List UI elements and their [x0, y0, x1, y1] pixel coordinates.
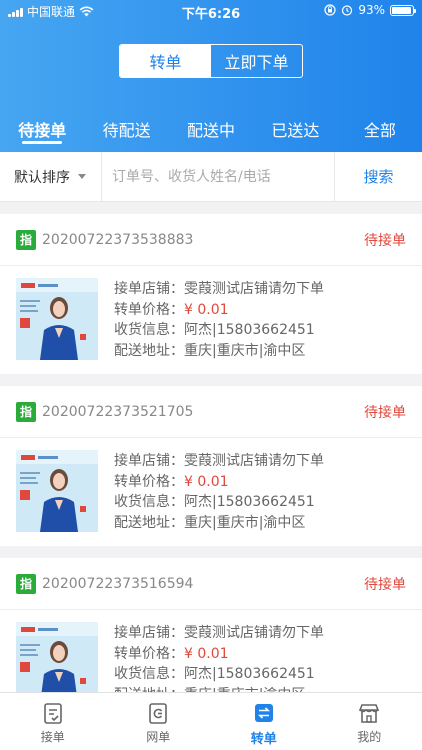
- order-status: 待接单: [364, 404, 406, 421]
- product-thumbnail: [16, 278, 98, 360]
- delivery-address: 重庆|重庆市|渝中区: [184, 514, 306, 531]
- header: 中国联通 下午6:26 93% 转单 立即下单 待接单 待配送 配送中 已送达 …: [0, 0, 422, 152]
- status-bar: 中国联通 下午6:26 93%: [0, 0, 422, 22]
- order-number: 20200722373538883: [42, 231, 194, 248]
- shop-label: 接单店铺：: [114, 625, 184, 641]
- web-order-icon: [149, 703, 168, 724]
- receiver-info: 阿杰|15803662451: [184, 322, 315, 338]
- tabbar-item-accept[interactable]: 接单: [0, 693, 106, 750]
- address-label: 配送地址：: [114, 342, 184, 359]
- order-status: 待接单: [364, 232, 406, 249]
- tab-delivered[interactable]: 已送达: [253, 108, 337, 152]
- order-card[interactable]: 指 20200722373538883 待接单 接单店铺：雯葭测试店铺请勿下单 …: [0, 214, 422, 374]
- shop-name: 雯葭测试店铺请勿下单: [184, 625, 324, 641]
- search-button[interactable]: 搜索: [334, 151, 422, 202]
- tabbar-item-web-order[interactable]: 网单: [106, 693, 212, 750]
- order-number: 20200722373516594: [42, 575, 194, 592]
- filter-bar: 默认排序 搜索: [0, 151, 422, 202]
- clipboard-check-icon: [43, 703, 62, 724]
- price-label: 转单价格：: [114, 645, 184, 662]
- shop-label: 接单店铺：: [114, 453, 184, 469]
- transfer-price: ¥ 0.01: [184, 645, 229, 662]
- order-tag-badge: 指: [16, 229, 36, 250]
- transfer-price: ¥ 0.01: [184, 301, 229, 318]
- price-label: 转单价格：: [114, 301, 184, 318]
- order-number: 20200722373521705: [42, 403, 194, 420]
- order-tag-badge: 指: [16, 401, 36, 422]
- tab-pending-accept[interactable]: 待接单: [0, 108, 84, 152]
- order-tag-badge: 指: [16, 573, 36, 594]
- shop-label: 接单店铺：: [114, 281, 184, 297]
- address-label: 配送地址：: [114, 514, 184, 531]
- product-thumbnail: [16, 450, 98, 532]
- transfer-icon: [254, 704, 273, 722]
- mode-segmented-control: 转单 立即下单: [119, 44, 303, 78]
- caret-down-icon: [78, 174, 86, 179]
- sort-dropdown[interactable]: 默认排序: [0, 151, 102, 202]
- receiver-info: 阿杰|15803662451: [184, 666, 315, 682]
- alarm-icon: [342, 5, 353, 16]
- tab-delivering[interactable]: 配送中: [169, 108, 253, 152]
- shop-name: 雯葭测试店铺请勿下单: [184, 453, 324, 469]
- tab-all[interactable]: 全部: [338, 108, 422, 152]
- tabbar-label: 转单: [250, 732, 277, 747]
- receiver-label: 收货信息：: [114, 322, 184, 338]
- battery-percent: 93%: [358, 3, 385, 17]
- tabbar-item-transfer[interactable]: 转单: [211, 693, 317, 750]
- order-status: 待接单: [364, 576, 406, 593]
- tab-pending-delivery[interactable]: 待配送: [84, 108, 168, 152]
- transfer-price: ¥ 0.01: [184, 473, 229, 490]
- tabbar-label: 我的: [357, 730, 382, 744]
- tabbar-label: 网单: [146, 730, 171, 744]
- battery-icon: [390, 4, 416, 16]
- sort-label: 默认排序: [14, 169, 70, 186]
- receiver-label: 收货信息：: [114, 494, 184, 510]
- receiver-label: 收货信息：: [114, 666, 184, 682]
- delivery-address: 重庆|重庆市|渝中区: [184, 342, 306, 359]
- tabbar-label: 接单: [40, 730, 65, 744]
- status-tabs: 待接单 待配送 配送中 已送达 全部: [0, 108, 422, 152]
- store-icon: [359, 704, 380, 723]
- bottom-tab-bar: 接单 网单 转单 我的: [0, 692, 422, 750]
- search-input[interactable]: [102, 151, 334, 202]
- order-card[interactable]: 指 20200722373521705 待接单 接单店铺：雯葭测试店铺请勿下单 …: [0, 386, 422, 546]
- receiver-info: 阿杰|15803662451: [184, 494, 315, 510]
- shop-name: 雯葭测试店铺请勿下单: [184, 281, 324, 297]
- segment-transfer-order[interactable]: 转单: [120, 45, 211, 77]
- price-label: 转单价格：: [114, 473, 184, 490]
- tabbar-item-mine[interactable]: 我的: [317, 693, 422, 750]
- orientation-lock-icon: [324, 4, 336, 16]
- segment-place-order[interactable]: 立即下单: [211, 45, 302, 77]
